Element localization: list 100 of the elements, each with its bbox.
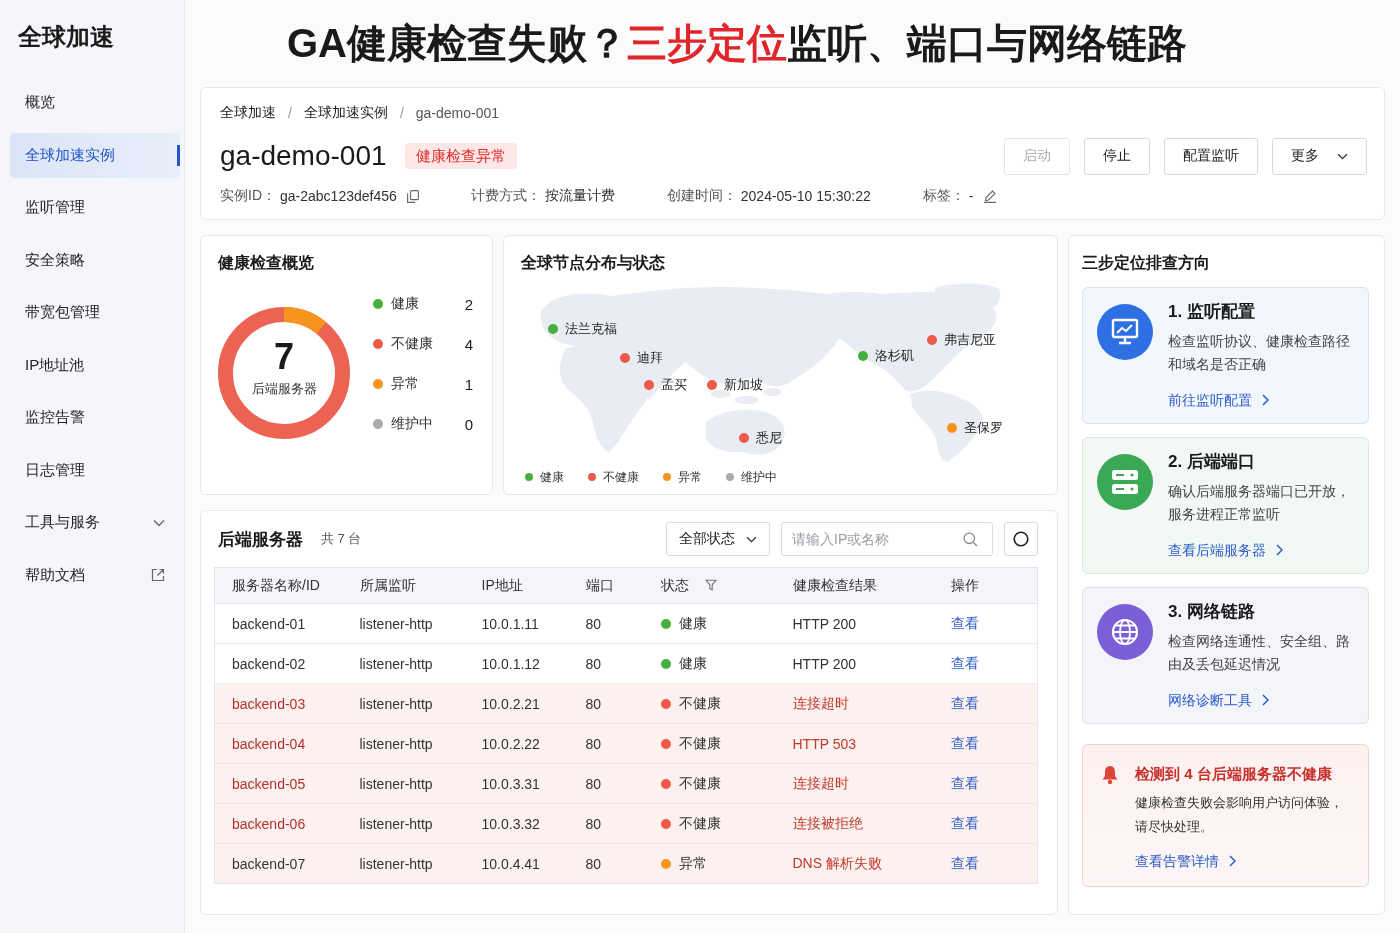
- table-cell: 10.0.1.12: [464, 643, 569, 684]
- table-cell: backend-06: [214, 803, 343, 844]
- monitor-icon: [1097, 304, 1153, 360]
- chevron-down-icon: [153, 518, 165, 527]
- search-field[interactable]: 请输入IP或名称: [781, 522, 993, 556]
- view-link[interactable]: 查看: [950, 734, 979, 751]
- status-filter-select[interactable]: 全部状态: [666, 522, 770, 556]
- table-cell: backend-02: [214, 643, 343, 684]
- table-cell: 80: [568, 803, 644, 844]
- sidebar-item[interactable]: 监控告警: [10, 395, 180, 440]
- sidebar-item[interactable]: 全球加速实例: [10, 132, 180, 178]
- legend-label: 异常: [391, 375, 420, 393]
- view-link[interactable]: 查看: [950, 614, 979, 631]
- table-cell: listener-http: [342, 683, 465, 724]
- chevron-down-icon: [746, 535, 757, 543]
- chevron-right-icon: [1276, 544, 1283, 556]
- table-cell: 80: [568, 723, 644, 764]
- legend-count: 0: [464, 415, 473, 433]
- meta-value: 2024-05-10 15:30:22: [740, 188, 871, 204]
- view-link[interactable]: 查看: [950, 774, 979, 791]
- action-button[interactable]: 停止: [1084, 137, 1150, 175]
- view-link[interactable]: 查看: [950, 654, 979, 671]
- column-header: 服务器名称/ID: [232, 576, 320, 593]
- sidebar-item[interactable]: 安全策略: [10, 237, 180, 283]
- table-cell: HTTP 200: [775, 603, 934, 644]
- status-label: 不健康: [678, 774, 721, 791]
- card-title: 全球节点分布与状态: [521, 253, 666, 273]
- table-cell: 80: [568, 603, 644, 644]
- status-badge: 健康检查异常: [404, 143, 517, 169]
- section-title: 后端服务器: [218, 528, 303, 551]
- sidebar-item[interactable]: 工具与服务: [10, 500, 180, 545]
- circle-icon: [1013, 531, 1029, 547]
- table-cell: 10.0.3.32: [464, 803, 569, 844]
- external-link-icon: [151, 568, 165, 582]
- table-cell: 80: [568, 763, 644, 804]
- meta-label: 实例ID：: [220, 187, 276, 205]
- view-link[interactable]: 查看: [950, 814, 979, 831]
- step-title: 2. 后端端口: [1168, 451, 1255, 473]
- panel-title: 三步定位排查方向: [1082, 253, 1211, 273]
- column-header: 所属监听: [359, 576, 416, 593]
- breadcrumb-link[interactable]: 全球加速实例: [303, 104, 388, 122]
- view-link[interactable]: 查看: [950, 854, 979, 871]
- sidebar-item[interactable]: IP地址池: [10, 342, 180, 388]
- sidebar-item[interactable]: 日志管理: [10, 447, 180, 493]
- card-title: 健康检查概览: [218, 253, 315, 273]
- status-label: 不健康: [678, 734, 721, 751]
- meta-label: 标签：: [922, 187, 965, 205]
- table-cell: backend-07: [214, 843, 343, 884]
- step-title: 1. 监听配置: [1168, 301, 1255, 323]
- table-cell: 10.0.2.22: [464, 723, 569, 764]
- table-cell: 连接超时: [775, 763, 934, 804]
- node-label: 洛杉矶: [875, 347, 914, 365]
- sidebar-item[interactable]: 帮助文档: [10, 552, 180, 598]
- legend-label: 不健康: [603, 468, 639, 486]
- filter-icon[interactable]: [704, 578, 717, 591]
- view-link[interactable]: 查看: [950, 694, 979, 711]
- table-cell: backend-05: [214, 763, 343, 804]
- table-cell: 10.0.1.11: [464, 603, 569, 644]
- meta-value: 按流量计费: [544, 187, 615, 205]
- breadcrumb-current: ga-demo-001: [415, 105, 500, 121]
- legend-label: 维护中: [741, 468, 777, 486]
- refresh-button[interactable]: [1004, 522, 1038, 556]
- globe-icon: [1097, 604, 1153, 660]
- node-label: 法兰克福: [565, 320, 617, 338]
- step-link[interactable]: 网络诊断工具: [1168, 688, 1269, 712]
- server-icon: [1097, 454, 1153, 510]
- copy-icon[interactable]: [406, 189, 419, 203]
- legend-count: 4: [464, 335, 473, 353]
- table-cell: DNS 解析失败: [775, 843, 934, 884]
- node-label: 弗吉尼亚: [944, 331, 996, 349]
- table-cell: 10.0.3.31: [464, 763, 569, 804]
- page-headline: GA健康检查失败？三步定位监听、端口与网络链路: [286, 20, 1188, 67]
- step-link[interactable]: 查看后端服务器: [1168, 538, 1283, 562]
- total-label: 后端服务器: [251, 380, 317, 398]
- table-cell: listener-http: [342, 803, 465, 844]
- sidebar-item[interactable]: 监听管理: [10, 185, 180, 230]
- meta-value: -: [968, 188, 974, 204]
- status-label: 健康: [678, 614, 707, 631]
- sidebar-item[interactable]: 带宽包管理: [10, 290, 180, 335]
- status-label: 健康: [678, 654, 707, 671]
- legend-label: 健康: [540, 468, 564, 486]
- column-header: 健康检查结果: [792, 576, 877, 593]
- table-cell: 连接被拒绝: [775, 803, 934, 844]
- action-button[interactable]: 配置监听: [1164, 137, 1258, 175]
- chevron-right-icon: [1262, 694, 1269, 706]
- table-cell: backend-04: [214, 723, 343, 764]
- table-cell: 80: [568, 843, 644, 884]
- node-label: 新加坡: [724, 376, 763, 394]
- step-link[interactable]: 前往监听配置: [1168, 388, 1269, 412]
- step-description: 确认后端服务器端口已开放，服务进程正常监听: [1168, 482, 1351, 524]
- step-description: 检查网络连通性、安全组、路由及丢包延迟情况: [1168, 632, 1351, 674]
- action-button[interactable]: 更多: [1272, 137, 1367, 175]
- breadcrumb-link[interactable]: 全球加速: [220, 104, 276, 122]
- sidebar-item[interactable]: 概览: [10, 80, 180, 125]
- column-header: IP地址: [481, 576, 523, 593]
- node-label: 迪拜: [637, 349, 663, 367]
- pencil-icon[interactable]: [983, 189, 998, 203]
- breadcrumb-separator: /: [399, 105, 404, 121]
- alert-link[interactable]: 查看告警详情: [1135, 849, 1236, 873]
- table-cell: listener-http: [342, 723, 465, 764]
